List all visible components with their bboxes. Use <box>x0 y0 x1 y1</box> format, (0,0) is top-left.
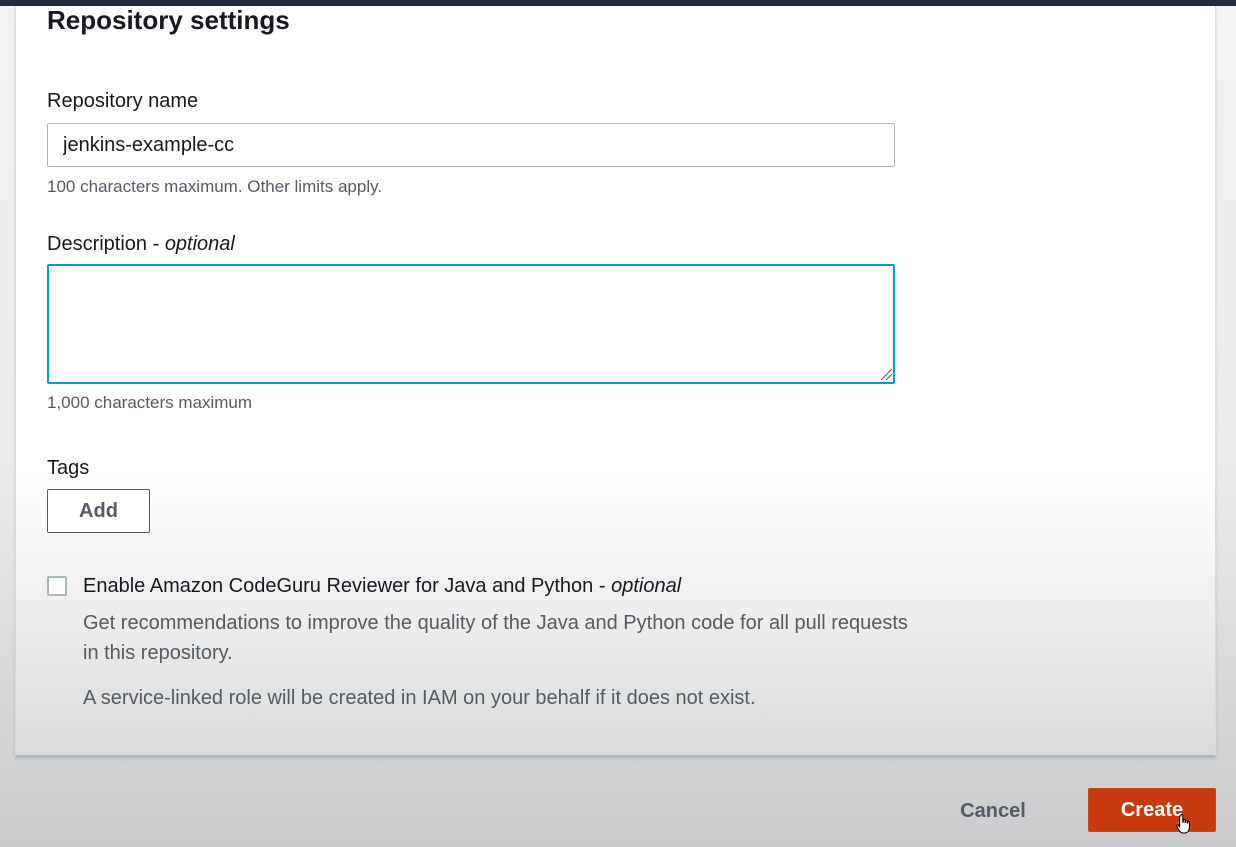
repository-name-label: Repository name <box>47 90 199 112</box>
codeguru-checkbox[interactable] <box>47 576 67 596</box>
codeguru-description: Get recommendations to improve the quali… <box>83 612 908 664</box>
repository-name-input[interactable] <box>47 123 895 167</box>
tags-label: Tags <box>47 457 90 479</box>
description-hint: 1,000 characters maximum <box>47 393 253 412</box>
codeguru-iam-note: A service-linked role will be created in… <box>83 687 756 709</box>
description-label: Description - optional <box>47 232 235 256</box>
codeguru-label-text: Enable Amazon CodeGuru Reviewer for Java… <box>83 575 612 597</box>
codeguru-label[interactable]: Enable Amazon CodeGuru Reviewer for Java… <box>83 574 681 598</box>
cancel-button[interactable]: Cancel <box>940 789 1046 833</box>
repository-settings-panel: Repository settings Repository name 100 … <box>15 6 1216 757</box>
hand-pointer-icon <box>1176 814 1190 834</box>
create-button[interactable]: Create <box>1088 788 1216 832</box>
codeguru-optional-tag: optional <box>611 575 682 597</box>
description-label-text: Description - <box>47 233 165 255</box>
description-optional-tag: optional <box>164 233 235 255</box>
description-textarea[interactable] <box>47 264 895 384</box>
section-title: Repository settings <box>47 5 290 35</box>
resize-grip-icon[interactable] <box>880 368 893 381</box>
repository-name-hint: 100 characters maximum. Other limits app… <box>47 177 383 196</box>
add-tag-button[interactable]: Add <box>47 489 150 533</box>
